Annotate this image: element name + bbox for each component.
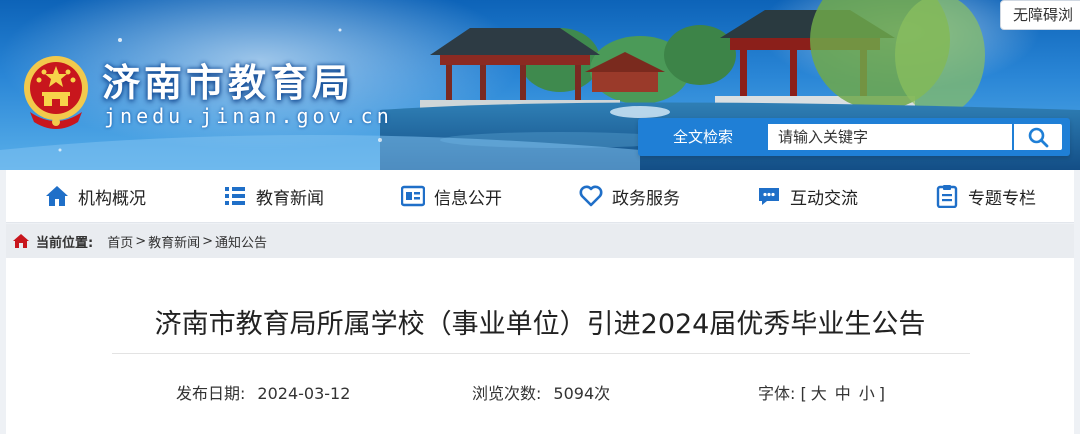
search-button[interactable] — [1014, 124, 1062, 150]
search-bar: 全文检索 — [638, 118, 1070, 156]
breadcrumb-notices[interactable]: 通知公告 — [215, 232, 267, 251]
font-bracket-open: [ — [800, 384, 807, 403]
nav-label: 信息公开 — [434, 188, 502, 209]
nav-label: 互动交流 — [790, 188, 858, 209]
font-size-medium[interactable]: 中 — [835, 384, 851, 403]
nav-item-organization[interactable]: 机构概况 — [44, 170, 146, 222]
views-meta: 浏览次数: 5094次 — [472, 380, 610, 404]
breadcrumb-separator: > — [135, 233, 147, 249]
accessibility-link[interactable]: 无障碍浏 — [999, 0, 1080, 30]
search-input[interactable] — [768, 124, 1012, 150]
font-size-large[interactable]: 大 — [811, 384, 827, 403]
location-home-icon — [12, 233, 30, 249]
nav-label: 机构概况 — [78, 188, 146, 209]
breadcrumb-separator: > — [202, 233, 214, 249]
site-title: 济南市教育局 — [102, 61, 355, 105]
header-banner: 济南市教育局 jnedu.jinan.gov.cn 无障碍浏 全文检索 — [0, 0, 1080, 170]
article-title: 济南市教育局所属学校（事业单位）引进2024届优秀毕业生公告 — [154, 309, 926, 340]
font-bracket-close: ] — [878, 384, 886, 403]
full-text-search-label[interactable]: 全文检索 — [638, 118, 768, 156]
breadcrumb-education-news[interactable]: 教育新闻 — [148, 232, 200, 251]
breadcrumb-prefix: 当前位置: — [36, 235, 94, 251]
font-size-small[interactable]: 小 — [859, 384, 875, 403]
publish-date-meta: 发布日期: 2024-03-12 — [176, 380, 350, 404]
document-icon — [400, 183, 426, 209]
national-emblem-icon — [24, 56, 88, 129]
breadcrumb-home[interactable]: 首页 — [107, 232, 133, 251]
chat-icon — [756, 183, 782, 209]
clipboard-icon — [934, 183, 960, 209]
home-icon — [44, 183, 70, 209]
font-size-control: 字体: [大中小] — [758, 380, 885, 404]
views-label: 浏览次数: — [472, 384, 542, 403]
nav-item-info-disclosure[interactable]: 信息公开 — [400, 170, 502, 222]
title-divider — [112, 353, 970, 354]
font-size-label: 字体: — [758, 384, 796, 403]
publish-date-value: 2024-03-12 — [257, 384, 351, 403]
search-icon — [1028, 127, 1049, 148]
nav-item-special-topics[interactable]: 专题专栏 — [934, 170, 1036, 222]
main-nav: 机构概况 教育新闻 信息公开 政务服务 互动交流 专题专栏 — [6, 170, 1074, 223]
site-domain: jnedu.jinan.gov.cn — [104, 104, 393, 128]
list-icon — [222, 183, 248, 209]
nav-item-government-services[interactable]: 政务服务 — [578, 170, 680, 222]
heart-icon — [578, 183, 604, 209]
nav-label: 专题专栏 — [968, 188, 1036, 209]
nav-item-interaction[interactable]: 互动交流 — [756, 170, 858, 222]
article: 济南市教育局所属学校（事业单位）引进2024届优秀毕业生公告 发布日期: 2024… — [6, 258, 1074, 434]
nav-label: 政务服务 — [612, 188, 680, 209]
publish-date-label: 发布日期: — [176, 384, 246, 403]
breadcrumb: 当前位置: 首页 > 教育新闻 > 通知公告 — [6, 224, 1074, 258]
nav-item-education-news[interactable]: 教育新闻 — [222, 170, 324, 222]
nav-label: 教育新闻 — [256, 188, 324, 209]
views-value: 5094次 — [553, 384, 611, 403]
